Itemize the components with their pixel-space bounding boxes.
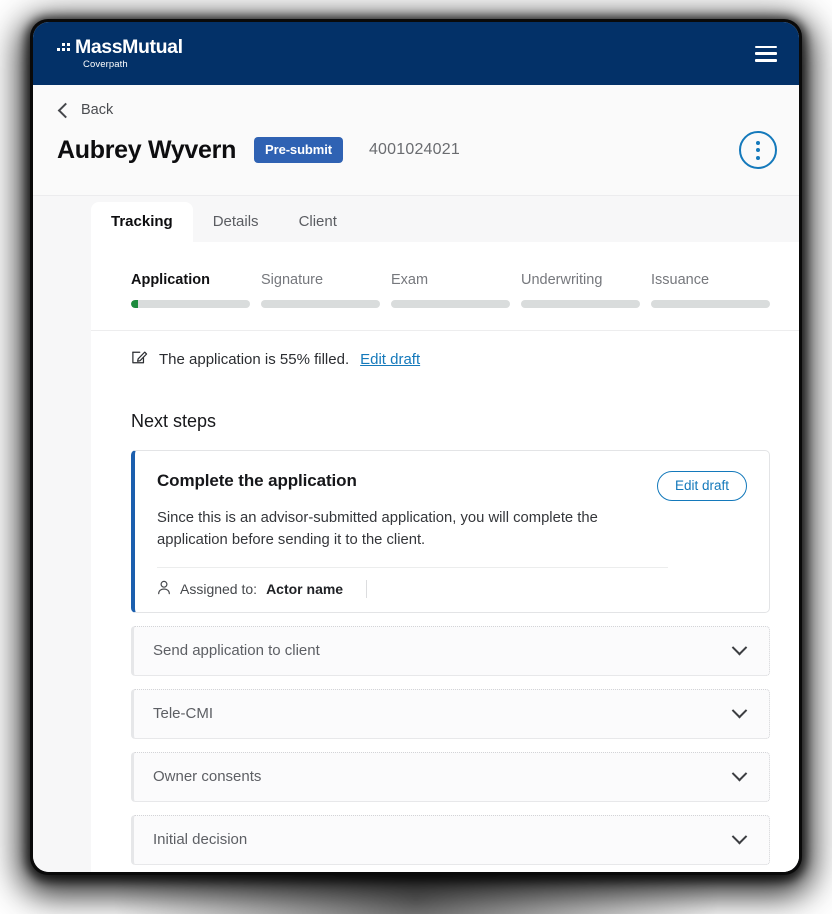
step-signature: Signature — [261, 272, 380, 308]
step-progress-bar — [131, 300, 250, 308]
chevron-down-icon[interactable] — [731, 703, 748, 719]
step-label: Exam — [391, 272, 429, 288]
step-progress-bar — [651, 300, 770, 308]
tab-tracking[interactable]: Tracking — [91, 202, 193, 242]
step-progress-bar — [391, 300, 510, 308]
next-step-active-item: Complete the application Edit draft Sinc… — [131, 450, 770, 614]
screen-backdrop: MassMutual Coverpath Back Aubrey Wyvern … — [0, 0, 832, 914]
brand-logo-row: MassMutual — [57, 36, 183, 58]
step-progress-bar — [261, 300, 380, 308]
step-label: Underwriting — [521, 272, 603, 288]
status-badge: Pre-submit — [254, 137, 343, 163]
kebab-menu-icon[interactable] — [739, 131, 777, 169]
next-step-tele-cmi[interactable]: Tele-CMI — [131, 689, 770, 740]
step-issuance: Issuance — [651, 272, 770, 308]
content-area: Application Signature Exam Underwriting … — [33, 242, 799, 872]
page-header: Back Aubrey Wyvern Pre-submit 4001024021 — [33, 85, 799, 196]
next-step-label: Initial decision — [153, 831, 248, 849]
next-step-initial-decision[interactable]: Initial decision — [131, 815, 770, 866]
massmutual-dots-icon — [57, 42, 70, 51]
chevron-left-icon — [57, 102, 74, 118]
next-step-label: Owner consents — [153, 768, 262, 786]
hamburger-icon[interactable] — [755, 45, 777, 62]
progress-stepper: Application Signature Exam Underwriting … — [91, 242, 799, 330]
fill-status-text: The application is 55% filled. — [159, 351, 350, 368]
assigned-to-label: Assigned to: — [180, 581, 258, 598]
person-icon — [157, 580, 171, 598]
chevron-down-icon[interactable] — [731, 640, 748, 656]
brand-subtitle: Coverpath — [83, 58, 128, 70]
step-progress-fill — [131, 300, 139, 308]
step-progress-bar — [521, 300, 640, 308]
brand-name: MassMutual — [75, 36, 183, 58]
brand-header-bar: MassMutual Coverpath — [33, 22, 799, 85]
step-application: Application — [131, 272, 250, 308]
application-fill-status: The application is 55% filled. Edit draf… — [91, 331, 799, 389]
edit-document-icon — [131, 349, 148, 370]
next-step-label: Tele-CMI — [153, 705, 214, 723]
back-button[interactable]: Back — [57, 85, 777, 118]
assigned-to-row: Assigned to: Actor name — [157, 568, 747, 599]
next-step-title: Complete the application — [157, 471, 357, 490]
step-exam: Exam — [391, 272, 510, 308]
account-number: 4001024021 — [368, 141, 460, 158]
step-underwriting: Underwriting — [521, 272, 640, 308]
brand-logo: MassMutual Coverpath — [57, 36, 183, 70]
page-title: Aubrey Wyvern — [57, 135, 237, 164]
tab-bar: Tracking Details Client — [33, 196, 799, 242]
edit-draft-link[interactable]: Edit draft — [360, 351, 420, 368]
next-step-owner-consents[interactable]: Owner consents — [131, 752, 770, 803]
chevron-down-icon[interactable] — [731, 766, 748, 782]
vertical-divider — [366, 580, 368, 599]
tab-client[interactable]: Client — [279, 202, 357, 242]
next-step-send-application-to-client[interactable]: Send application to client — [131, 626, 770, 677]
step-label: Application — [131, 272, 210, 288]
next-steps-section: Next steps Complete the application Edit… — [91, 389, 799, 872]
tab-details[interactable]: Details — [193, 202, 279, 242]
tracking-panel: Application Signature Exam Underwriting … — [91, 242, 799, 872]
title-row: Aubrey Wyvern Pre-submit 4001024021 — [57, 118, 777, 195]
chevron-down-icon[interactable] — [731, 829, 748, 845]
app-window: MassMutual Coverpath Back Aubrey Wyvern … — [33, 22, 799, 872]
edit-draft-button[interactable]: Edit draft — [656, 471, 747, 501]
back-label: Back — [81, 102, 114, 118]
next-step-label: Send application to client — [153, 642, 320, 660]
assigned-to-name: Actor name — [266, 581, 344, 598]
step-label: Signature — [261, 272, 324, 288]
next-steps-title: Next steps — [131, 411, 217, 431]
step-label: Issuance — [651, 272, 710, 288]
next-step-description: Since this is an advisor-submitted appli… — [157, 510, 598, 549]
